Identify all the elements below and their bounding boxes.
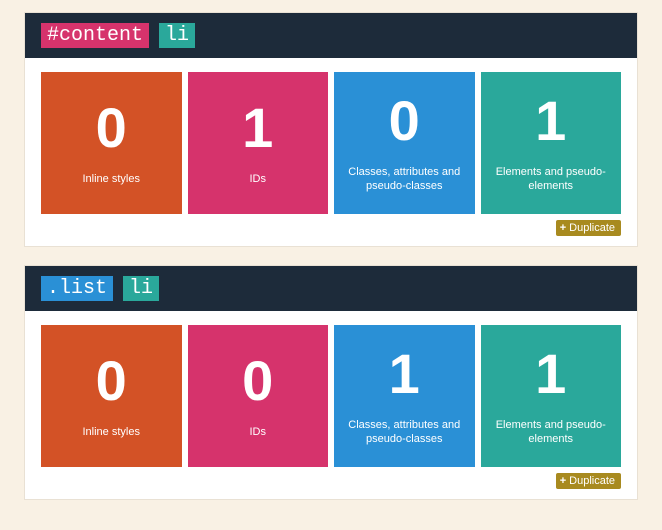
tile-label: IDs (250, 425, 267, 439)
specificity-card: .list li 0 Inline styles 0 IDs 1 Classes… (24, 265, 638, 500)
tile-elements: 1 Elements and pseudo-elements (481, 72, 622, 214)
tile-elements: 1 Elements and pseudo-elements (481, 325, 622, 467)
tile-label: Classes, attributes and pseudo-classes (340, 165, 469, 194)
duplicate-label: Duplicate (569, 475, 615, 487)
selector-token-class: .list (41, 276, 113, 301)
tile-value: 0 (389, 93, 420, 149)
tile-value: 0 (96, 353, 127, 409)
tile-value: 0 (242, 353, 273, 409)
tile-label: Elements and pseudo-elements (487, 418, 616, 447)
tile-classes: 1 Classes, attributes and pseudo-classes (334, 325, 475, 467)
card-footer: + Duplicate (25, 220, 637, 240)
tile-value: 1 (242, 100, 273, 156)
duplicate-label: Duplicate (569, 222, 615, 234)
selector-bar: #content li (25, 13, 637, 58)
plus-icon: + (560, 222, 566, 234)
specificity-grid: 0 Inline styles 1 IDs 0 Classes, attribu… (25, 58, 637, 220)
tile-label: IDs (250, 172, 267, 186)
tile-label: Inline styles (83, 172, 140, 186)
tile-value: 1 (535, 93, 566, 149)
tile-value: 1 (389, 346, 420, 402)
tile-value: 0 (96, 100, 127, 156)
duplicate-button[interactable]: + Duplicate (556, 473, 621, 489)
plus-icon: + (560, 475, 566, 487)
specificity-card: #content li 0 Inline styles 1 IDs 0 Clas… (24, 12, 638, 247)
tile-value: 1 (535, 346, 566, 402)
selector-token-element: li (159, 23, 195, 48)
specificity-grid: 0 Inline styles 0 IDs 1 Classes, attribu… (25, 311, 637, 473)
tile-label: Elements and pseudo-elements (487, 165, 616, 194)
card-footer: + Duplicate (25, 473, 637, 493)
tile-label: Classes, attributes and pseudo-classes (340, 418, 469, 447)
selector-token-id: #content (41, 23, 149, 48)
tile-inline-styles: 0 Inline styles (41, 72, 182, 214)
selector-bar: .list li (25, 266, 637, 311)
tile-classes: 0 Classes, attributes and pseudo-classes (334, 72, 475, 214)
tile-label: Inline styles (83, 425, 140, 439)
tile-ids: 0 IDs (188, 325, 329, 467)
tile-ids: 1 IDs (188, 72, 329, 214)
duplicate-button[interactable]: + Duplicate (556, 220, 621, 236)
selector-token-element: li (123, 276, 159, 301)
tile-inline-styles: 0 Inline styles (41, 325, 182, 467)
